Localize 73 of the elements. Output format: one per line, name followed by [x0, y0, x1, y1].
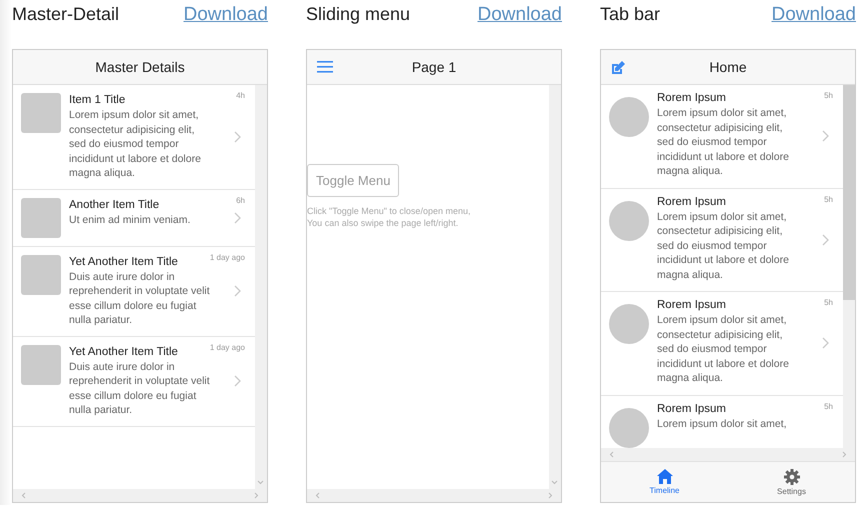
scrollbar[interactable] [307, 489, 561, 502]
scrollbar[interactable] [13, 489, 267, 502]
item-text: Duis aute irure dolor in reprehenderit in voluptate velit esse cillum dolore eu fugiat nulla pariatur. [69, 270, 211, 328]
list-item[interactable]: Rorem Ipsum Lorem ipsum dolor sit amet, consectetur adipisicing elit, sed do eiusmod tempor incididunt ut labore et dolore magna aliqua. 5h [601, 292, 843, 396]
list-item[interactable]: Rorem Ipsum Lorem ipsum dolor sit amet, consectetur adipisicing elit, sed do eiusmod tempor incididunt ut labore et dolore magna aliqua. 5h [601, 188, 843, 292]
item-time: 6h [236, 196, 245, 204]
demo-title: Sliding menu [306, 4, 410, 25]
list-item[interactable]: Rorem Ipsum Lorem ipsum dolor sit amet, consectetur adipisicing elit, sed do eiusmod tempor incididunt ut labore et dolore magna aliqua. 5h [601, 85, 843, 188]
scrollbar[interactable] [843, 85, 855, 448]
avatar [609, 97, 649, 137]
list-item[interactable]: Yet Another Item Title Duis aute irure dolor in reprehenderit in voluptate velit esse cillum dolore eu fugiat nulla pariatur. 1 day ago [13, 336, 255, 426]
hint-text: Click "Toggle Menu" to close/open menu, You can also swipe the page left/right. [307, 205, 472, 229]
item-title: Item 1 Title [69, 93, 126, 108]
item-text: Lorem ipsum dolor sit amet, consectetur adipisicing elit, sed do eiusmod tempor incididunt ut labore et dolore magna aliqua. [657, 106, 790, 178]
home-icon [656, 469, 672, 484]
chevron-icon [234, 212, 241, 224]
item-text: Lorem ipsum dolor sit amet, consectetur adipisicing elit, sed do eiusmod tempor incididunt ut labore et dolore magna aliqua. [69, 108, 202, 180]
nav-title: Master Details [95, 59, 185, 75]
chevron-icon [822, 234, 829, 246]
item-title: Yet Another Item Title [69, 344, 178, 360]
scroll-right-icon[interactable] [548, 492, 553, 499]
scroll-right-icon[interactable] [842, 451, 847, 458]
item-time: 1 day ago [210, 252, 245, 262]
item-time: 4h [236, 91, 245, 100]
menu-icon[interactable] [317, 61, 333, 73]
item-text: Lorem ipsum dolor sit amet, [657, 416, 788, 431]
thumbnail [21, 254, 61, 294]
avatar [609, 200, 649, 240]
item-text: Lorem ipsum dolor sit amet, consectetur adipisicing elit, sed do eiusmod tempor incididunt ut labore et dolore magna aliqua. [657, 210, 790, 282]
edit-icon[interactable] [611, 61, 625, 75]
item-text: Ut enim ad minim veniam. [69, 212, 192, 227]
settings-icon [784, 468, 800, 484]
list-item[interactable]: Item 1 Title Lorem ipsum dolor sit amet, consectetur adipisicing elit, sed do eiusmod tempor incididunt ut labore et dolore magna aliqua. 4h [13, 85, 255, 190]
nav-title: Page 1 [412, 59, 456, 75]
item-time: 5h [824, 194, 833, 204]
tab[interactable]: Settings [728, 462, 855, 502]
item-title: Rorem Ipsum [657, 298, 726, 313]
chevron-icon [234, 375, 241, 387]
item-time: 5h [824, 298, 833, 307]
item-title: Rorem Ipsum [657, 91, 726, 106]
item-time: 5h [824, 91, 833, 100]
item-text: Lorem ipsum dolor sit amet, consectetur adipisicing elit, sed do eiusmod tempor incididunt ut labore et dolore magna aliqua. [657, 313, 790, 386]
chevron-icon [822, 130, 829, 142]
item-time: 5h [824, 402, 833, 410]
avatar [609, 408, 649, 448]
scroll-left-icon[interactable] [609, 451, 614, 458]
item-title: Another Item Title [69, 198, 160, 212]
chevron-icon [234, 130, 241, 143]
item-text: Duis aute irure dolor in reprehenderit in voluptate velit esse cillum dolore eu fugiat nulla pariatur. [69, 360, 211, 418]
thumbnail [21, 198, 61, 238]
list-item[interactable]: Another Item Title Ut enim ad minim veniam. 6h [13, 190, 255, 246]
list-item[interactable]: Yet Another Item Title Duis aute irure dolor in reprehenderit in voluptate velit esse cillum dolore eu fugiat nulla pariatur. 1 day ago [13, 246, 255, 336]
item-title: Yet Another Item Title [69, 254, 178, 270]
thumbnail [21, 93, 61, 133]
scrollbar[interactable] [255, 85, 267, 489]
scrollbar[interactable] [601, 448, 855, 461]
demo-title: Master-Detail [12, 4, 120, 25]
item-title: Rorem Ipsum [657, 194, 726, 210]
thumbnail [21, 344, 61, 384]
demo-title: Tab bar [600, 4, 660, 25]
avatar [609, 304, 649, 344]
scroll-left-icon[interactable] [315, 492, 320, 499]
nav-title: Home [709, 59, 747, 75]
chevron-icon [234, 285, 241, 297]
scroll-down-icon[interactable] [551, 480, 558, 485]
tab[interactable]: Timeline [601, 462, 728, 502]
scroll-left-icon[interactable] [21, 492, 26, 499]
item-time: 1 day ago [210, 342, 245, 352]
chevron-icon [822, 337, 829, 350]
scrollbar[interactable] [549, 85, 561, 489]
scroll-right-icon[interactable] [254, 492, 259, 499]
scroll-down-icon[interactable] [257, 480, 264, 485]
item-title: Rorem Ipsum [657, 402, 726, 416]
